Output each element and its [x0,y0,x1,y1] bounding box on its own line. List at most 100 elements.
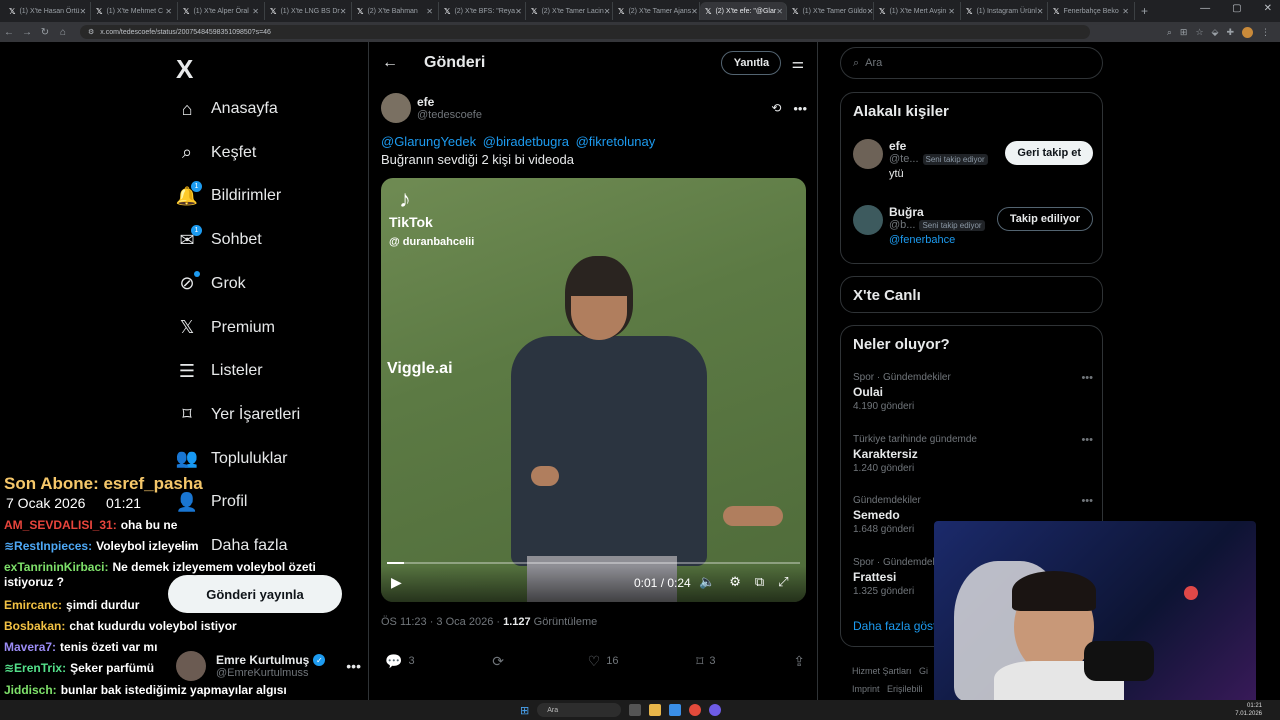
trend-item[interactable]: Türkiye tarihinde gündemde Karaktersiz 1.2… [853,434,1093,474]
close-tab-icon[interactable]: ✕ [604,7,611,16]
browser-tab[interactable]: 𝕏 (1) X'te LNG BS Dr ✕ [265,2,352,20]
related-person[interactable]: Buğra @b... Seni takip ediyor @fenerbahce… [853,205,1093,246]
nav-item-search[interactable]: ⌕ Keşfet [176,138,256,168]
like-action[interactable]: ♡ 16 [588,653,619,670]
close-tab-icon[interactable]: ✕ [80,7,87,16]
more-icon[interactable]: ••• [793,101,807,116]
extension-icon[interactable]: ⬙ [1212,27,1219,38]
browser-tab[interactable]: 𝕏 (2) X'te Bahman ✕ [352,2,439,20]
author-name[interactable]: efe [417,95,482,109]
close-tab-icon[interactable]: ✕ [867,7,873,16]
tweet-video[interactable]: ♪ TikTok @ duranbahcelii Viggle.ai ▶ 0:0… [381,178,806,602]
author-handle[interactable]: @tedescoefe [417,109,482,121]
browser-tab[interactable]: 𝕏 (1) X'te Hasan Örtü ✕ [4,2,91,20]
close-tab-icon[interactable]: ✕ [948,7,955,16]
pip-icon[interactable]: ⧉ [755,574,764,590]
maximize-icon[interactable]: ▢ [1232,3,1241,14]
bookmark-action[interactable]: ⌑ 3 [696,653,715,670]
x-logo[interactable]: X [176,54,193,85]
mention-link[interactable]: @fikretolunay [576,134,656,149]
settings-icon[interactable]: ⚙ [729,574,741,590]
nav-item-mail[interactable]: ✉ 1 Sohbet [176,225,262,255]
back-arrow-icon[interactable]: ← [382,54,398,72]
browser-tab[interactable]: 𝕏 (2) X'te Tamer Ajans ✕ [613,2,700,20]
browser-tab[interactable]: 𝕏 (1) Instagram Ürünl ✕ [961,2,1048,20]
settings-sliders-icon[interactable]: ⚌ [791,55,804,72]
nav-item-x[interactable]: 𝕏 Premium [176,313,275,343]
more-icon[interactable]: ••• [1081,372,1093,384]
new-tab-icon[interactable]: + [1141,4,1148,18]
zoom-icon[interactable]: ⌕ [1167,27,1172,38]
following-button[interactable]: Takip ediliyor [996,207,1093,231]
play-icon[interactable]: ▶ [391,574,402,591]
related-person[interactable]: efe @te... Seni takip ediyor ytü Geri tak… [853,139,1093,180]
star-icon[interactable]: ☆ [1195,27,1203,38]
close-tab-icon[interactable]: ✕ [165,7,172,16]
browser-tab[interactable]: 𝕏 (2) X'te Tamer Lacin ✕ [526,2,613,20]
back-icon[interactable]: ← [0,27,18,38]
browser-tab[interactable]: 𝕏 (2) X'te efe: "@Glar ✕ [700,2,787,20]
more-icon[interactable]: ••• [1081,495,1093,507]
person-bio-link[interactable]: @fenerbahce [889,234,985,246]
home-icon[interactable]: ⌂ [54,27,72,38]
forward-icon[interactable]: → [18,27,36,38]
tweet-timestamp[interactable]: ÖS 11:23 · 3 Oca 2026 · [381,616,503,628]
profile-avatar[interactable] [1242,26,1253,38]
volume-icon[interactable]: 🔈 [699,574,715,590]
minimize-icon[interactable]: — [1200,3,1210,14]
taskbar-search[interactable]: Ara [537,703,622,717]
chrome-icon[interactable] [689,704,702,716]
trend-item[interactable]: Spor · Gündemdekiler Oulai 4.190 gönderi ••… [853,372,1093,412]
follow-back-button[interactable]: Geri takip et [1005,141,1093,165]
close-tab-icon[interactable]: ✕ [252,7,259,16]
browser-tab[interactable]: 𝕏 (1) X'te Tamer Güldo ✕ [787,2,874,20]
browser-tab[interactable]: 𝕏 (1) X'te Mert Avşin ✕ [874,2,961,20]
nav-item-communities[interactable]: 👥 Topluluklar [176,444,288,474]
close-tab-icon[interactable]: ✕ [340,7,347,16]
more-icon[interactable]: ••• [1081,434,1093,446]
start-icon[interactable]: ⊞ [520,704,529,717]
fullscreen-icon[interactable]: ⤢ [778,574,788,590]
more-icon[interactable]: ••• [346,658,361,674]
close-tab-icon[interactable]: ✕ [515,7,522,16]
close-tab-icon[interactable]: ✕ [426,7,433,16]
browser-tab[interactable]: 𝕏 (1) X'te Alper Öral ✕ [178,2,265,20]
footer-link[interactable]: Erişilebili [887,684,923,694]
author-avatar[interactable] [381,93,411,123]
search-input[interactable]: ⌕ Ara [840,47,1103,79]
avatar[interactable] [853,205,883,235]
reply-action[interactable]: 💬 3 [385,653,415,670]
close-tab-icon[interactable]: ✕ [691,7,698,16]
nav-item-bell[interactable]: 🔔 1 Bildirimler [176,181,281,211]
mention-link[interactable]: @GlarungYedek [381,134,476,149]
close-tab-icon[interactable]: ✕ [1122,7,1129,16]
browser-tab[interactable]: 𝕏 (1) X'te Mehmet C ✕ [91,2,178,20]
menu-icon[interactable]: ⋮ [1261,27,1270,38]
reload-icon[interactable]: ↻ [36,27,54,38]
avatar[interactable] [853,139,883,169]
share-action[interactable]: ⇪ [793,653,805,670]
store-icon[interactable] [669,704,682,716]
nav-item-bookmark[interactable]: ⌑ Yer İşaretleri [176,400,300,430]
video-progress-bar[interactable] [387,562,800,564]
grok-icon[interactable]: ⟲ [771,101,781,115]
close-tab-icon[interactable]: ✕ [776,7,783,16]
taskview-icon[interactable] [629,704,642,716]
footer-link[interactable]: Hizmet Şartları [852,666,912,676]
nav-item-list[interactable]: ☰ Listeler [176,356,263,386]
browser-tab[interactable]: 𝕏 (2) X'te BFS: "Reya ✕ [439,2,526,20]
reply-button[interactable]: Yanıtla [721,51,782,75]
taskbar-clock[interactable]: 01:21 7.01.2026 [1235,702,1262,718]
repost-action[interactable]: ⟳ [492,653,510,670]
site-info-icon[interactable]: ⚙ [88,28,94,36]
discord-icon[interactable] [709,704,722,716]
mention-link[interactable]: @biradetbugra [483,134,569,149]
live-card[interactable]: X'te Canlı [840,276,1103,313]
browser-tab[interactable]: 𝕏 Fenerbahçe Beko ✕ [1048,2,1135,20]
url-field[interactable]: ⚙ x.com/tedescoefe/status/20075484598351… [80,25,1090,39]
nav-item-home[interactable]: ⌂ Anasayfa [176,94,278,124]
close-tab-icon[interactable]: ✕ [1037,7,1044,16]
footer-link[interactable]: Gi [919,666,928,676]
extensions-puzzle-icon[interactable]: ✚ [1226,27,1234,38]
footer-link[interactable]: Imprint [852,684,880,694]
